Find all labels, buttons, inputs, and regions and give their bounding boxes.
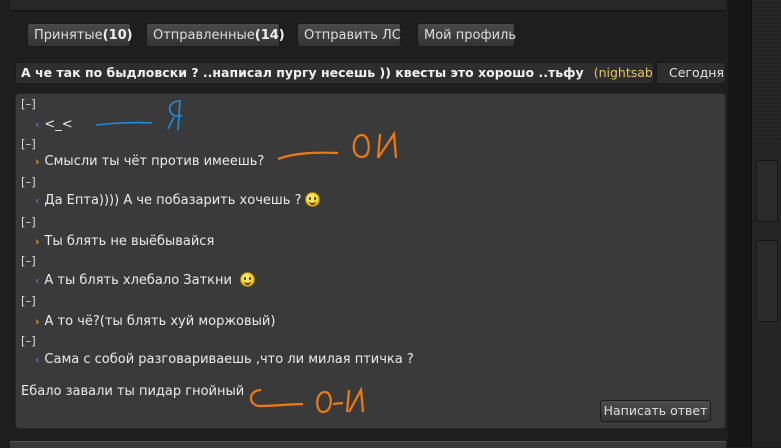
tab-my-profile-label: Мой профиль xyxy=(424,28,516,43)
quote-text: Ты блять не выёбывайся xyxy=(44,234,215,249)
chevron-right-icon: › xyxy=(35,155,40,168)
top-strip xyxy=(10,0,726,11)
chevron-left-icon: ‹ xyxy=(35,353,40,366)
side-slot xyxy=(756,240,778,322)
chevron-left-icon: ‹ xyxy=(35,118,40,131)
message-subject: А че так по быдловски ? ..написал пургу … xyxy=(21,65,584,80)
tab-send-pm[interactable]: Отправить ЛС xyxy=(297,23,401,47)
tab-sent[interactable]: Отправленные(14) xyxy=(146,23,285,47)
tab-sent-count: (14) xyxy=(254,28,285,43)
quote-line: ‹ <_< xyxy=(35,117,73,132)
tab-my-profile[interactable]: Мой профиль xyxy=(417,23,516,47)
collapse-toggle[interactable]: [–] xyxy=(21,137,36,151)
side-slot xyxy=(756,160,778,222)
message-reply-text: Ебало завали ты пидар гнойный xyxy=(21,384,245,399)
collapse-toggle[interactable]: [–] xyxy=(21,294,36,308)
quote-text: Да Епта)))) А че побазарить хочешь ? xyxy=(44,193,302,208)
quote-text: А то чё?(ты блять хуй моржовый) xyxy=(44,314,276,329)
chevron-left-icon: ‹ xyxy=(35,274,40,287)
tab-sent-label: Отправленные xyxy=(153,28,255,43)
chevron-right-icon: › xyxy=(35,315,40,328)
quote-text: Смысли ты чёт против имеешь? xyxy=(44,154,265,169)
collapse-toggle[interactable]: [–] xyxy=(21,215,36,229)
quote-text: Сама с собой разговариваешь ,что ли мила… xyxy=(44,352,414,367)
tab-inbox-count: (10) xyxy=(102,28,133,43)
collapse-toggle[interactable]: [–] xyxy=(21,254,36,268)
texture-stripe xyxy=(754,0,780,140)
collapse-toggle[interactable]: [–] xyxy=(21,97,36,111)
message-body-panel: [–] ‹ <_< [–] › Смысли ты чёт против имееш… xyxy=(15,93,726,429)
smiley-icon xyxy=(305,192,321,207)
tab-send-pm-label: Отправить ЛС xyxy=(304,28,401,43)
write-reply-button[interactable]: Написать ответ xyxy=(600,400,711,422)
chevron-left-icon: ‹ xyxy=(35,194,40,207)
quote-line: ‹ А ты блять хлебало Заткни xyxy=(35,272,255,288)
message-date: Сегодня xyxy=(656,62,726,84)
quote-text: А ты блять хлебало Заткни xyxy=(44,273,232,288)
quote-line: › Ты блять не выёбывайся xyxy=(35,234,214,249)
quote-line: ‹ Сама с собой разговариваешь ,что ли мил… xyxy=(35,352,414,367)
quote-line: › А то чё?(ты блять хуй моржовый) xyxy=(35,314,275,329)
message-author[interactable]: (nightsaber) xyxy=(594,65,653,80)
tab-inbox[interactable]: Принятые(10) xyxy=(27,23,133,47)
quote-line: ‹ Да Епта)))) А че побазарить хочешь ? xyxy=(35,192,321,208)
tab-inbox-label: Принятые xyxy=(34,28,103,43)
quote-line: › Смысли ты чёт против имеешь? xyxy=(35,154,264,169)
collapse-toggle[interactable]: [–] xyxy=(21,334,36,348)
side-scroll-panel[interactable] xyxy=(751,0,781,447)
chevron-right-icon: › xyxy=(35,235,40,248)
message-subject-bar: А че так по быдловски ? ..написал пургу … xyxy=(15,62,654,84)
collapse-toggle[interactable]: [–] xyxy=(21,175,36,189)
smiley-icon xyxy=(239,272,255,287)
quote-text: <_< xyxy=(44,117,73,132)
